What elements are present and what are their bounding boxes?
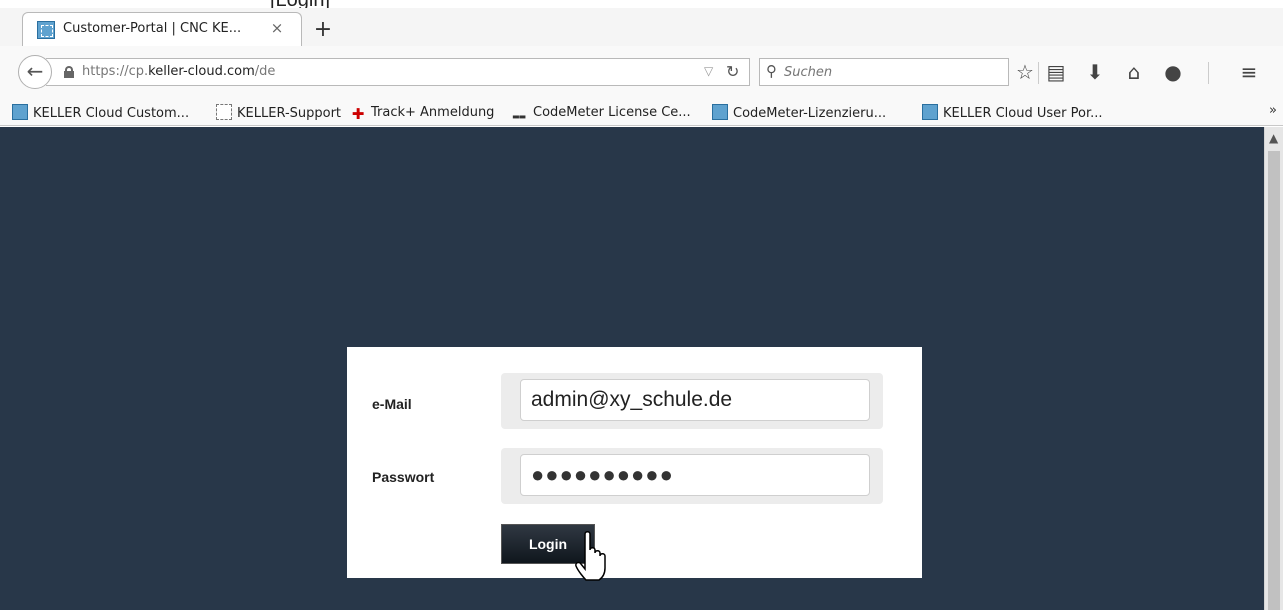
bookmark-item[interactable]: ✚ Track+ Anmeldung [350,104,495,123]
track-plus-icon: ✚ [351,105,365,123]
back-arrow-icon: ← [26,59,44,83]
bookmark-item[interactable]: CodeMeter-Lizenzieru... [712,104,886,122]
scrollbar[interactable]: ▲ [1264,127,1283,610]
menu-icon[interactable]: ≡ [1237,60,1261,84]
home-icon[interactable]: ⌂ [1122,60,1146,84]
bookmarks-overflow-icon[interactable]: » [1269,103,1277,118]
reading-list-icon[interactable]: ▤ [1044,60,1068,84]
search-bar[interactable]: ⚲ [759,58,1009,86]
wibu-icon: ▬▬ [512,112,526,121]
email-label: e-Mail [372,396,412,412]
bookmark-item[interactable]: ▬▬ CodeMeter License Ce... [512,104,691,122]
password-field[interactable]: ●●●●●●●●●● [520,454,870,496]
bookmark-star-icon[interactable]: ☆ [1013,60,1037,84]
window-top-strip: [Login] [0,0,1283,11]
hand-cursor-icon [575,531,606,581]
tab-close-icon[interactable]: × [267,18,287,38]
search-icon: ⚲ [766,62,777,80]
scroll-up-icon[interactable]: ▲ [1269,131,1278,145]
email-field[interactable]: admin@xy_schule.de [520,379,870,421]
password-field-wrapper: ●●●●●●●●●● [501,448,883,504]
toolbar-separator [1038,62,1039,84]
bookmarks-bar: KELLER Cloud Custom... KELLER-Support ✚ T… [0,98,1283,126]
tab-title: Customer-Portal | CNC KE... [63,21,242,36]
lock-icon [64,66,74,78]
reload-icon[interactable]: ↻ [726,62,739,81]
password-label: Passwort [372,469,435,485]
cnc-icon [712,104,728,120]
tab-bar: Customer-Portal | CNC KE... × + [0,8,1283,54]
cnc-icon [12,104,28,120]
toolbar-separator [1208,62,1209,84]
download-icon[interactable]: ⬇ [1083,60,1107,84]
blank-page-icon [216,104,232,120]
navigation-bar: https://cp.keller-cloud.com/de ▽ ↻ ← ⚲ ☆… [0,46,1283,98]
url-dropdown-icon[interactable]: ▽ [704,64,713,78]
url-text[interactable]: https://cp.keller-cloud.com/de [82,64,275,79]
cnc-icon [922,104,938,120]
search-input[interactable] [784,63,994,81]
cnc-favicon-icon [37,21,55,39]
url-bar[interactable]: https://cp.keller-cloud.com/de ▽ ↻ [46,58,750,86]
bookmark-item[interactable]: KELLER Cloud User Por... [922,104,1103,122]
tab-customer-portal[interactable]: Customer-Portal | CNC KE... × [22,12,302,46]
bookmark-item[interactable]: KELLER-Support [216,104,341,122]
back-button[interactable]: ← [18,55,52,89]
email-field-wrapper: admin@xy_schule.de [501,373,883,429]
new-tab-button[interactable]: + [312,19,334,42]
login-form: e-Mail admin@xy_schule.de Passwort ●●●●●… [347,347,922,578]
scroll-thumb[interactable] [1268,151,1280,610]
chat-icon[interactable]: ● [1161,60,1185,84]
bookmark-item[interactable]: KELLER Cloud Custom... [12,104,189,122]
